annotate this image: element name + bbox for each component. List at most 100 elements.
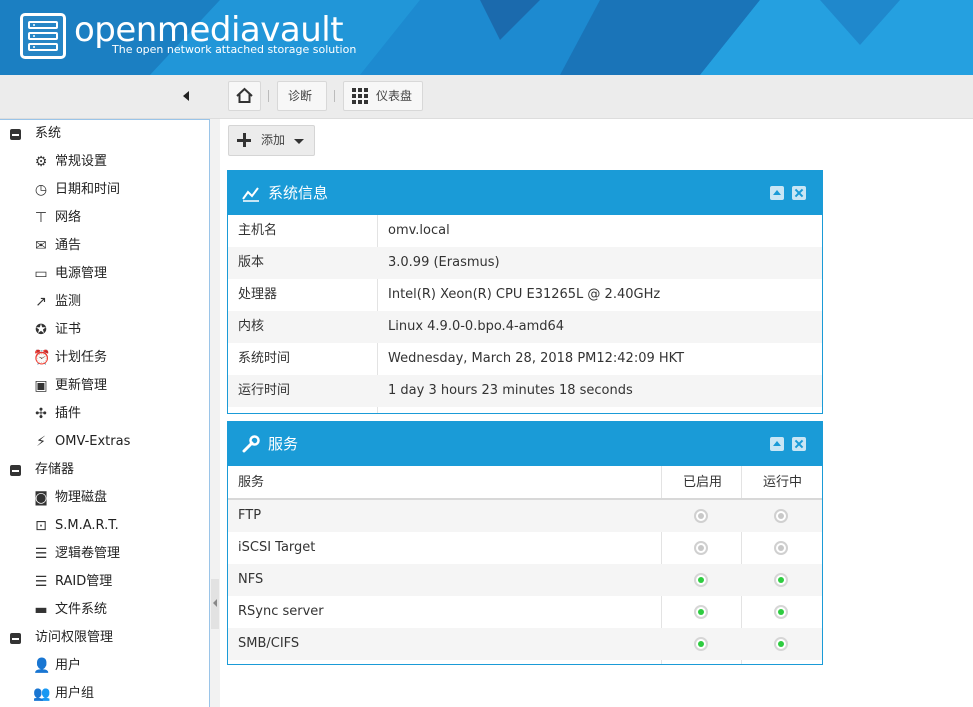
info-value: Intel(R) Xeon(R) CPU E31265L @ 2.40GHz [388, 287, 661, 302]
sidebar-item-date-time[interactable]: ◷ 日期和时间 [0, 176, 209, 204]
sidebar-item-groups[interactable]: 👥 用户组 [0, 680, 209, 707]
update-icon: ▣ [34, 378, 48, 394]
breadcrumb-home[interactable] [228, 81, 261, 111]
services-table-header: 服务 已启用 运行中 [228, 466, 822, 500]
table-row: NFS [228, 564, 822, 596]
sidebar-item-label: 插件 [55, 406, 82, 421]
plus-icon [237, 133, 251, 147]
sidebar-item-smart[interactable]: ⊡ S.M.A.R.T. [0, 512, 209, 540]
add-button[interactable]: 添加 [228, 125, 315, 156]
collapse-minus-icon[interactable] [10, 465, 21, 476]
sidebar-item-power[interactable]: ▭ 电源管理 [0, 260, 209, 288]
status-running-icon [774, 509, 788, 523]
nav-group-storage[interactable]: 存储器 [0, 456, 209, 484]
table-row: iSCSI Target [228, 532, 822, 564]
sidebar-item-physical-disks[interactable]: ◙ 物理磁盘 [0, 484, 209, 512]
column-header-running[interactable]: 运行中 [763, 466, 802, 500]
info-value: Linux 4.9.0-0.bpo.4-amd64 [388, 319, 565, 334]
splitter-handle[interactable] [211, 579, 219, 629]
info-key: 处理器 [238, 287, 278, 302]
table-row: SMB/CIFS [228, 628, 822, 660]
sidebar-item-scheduled-jobs[interactable]: ⏰ 计划任务 [0, 344, 209, 372]
collapse-minus-icon[interactable] [10, 129, 21, 140]
table-row: 运行时间 1 day 3 hours 23 minutes 18 seconds [228, 375, 822, 407]
sidebar-item-filesystems[interactable]: ▬ 文件系统 [0, 596, 209, 624]
info-value: 1 day 3 hours 23 minutes 18 seconds [388, 383, 633, 398]
brand-tagline: The open network attached storage soluti… [112, 43, 357, 56]
sidebar-item-notification[interactable]: ✉ 通告 [0, 232, 209, 260]
sidebar-item-label: 监测 [55, 294, 82, 309]
chevron-down-icon [294, 139, 304, 144]
sidebar-toolbar [0, 75, 220, 119]
envelope-icon: ✉ [35, 238, 47, 254]
nav-group-system[interactable]: 系统 [0, 120, 209, 148]
grid-icon [352, 88, 368, 104]
table-row: 版本 3.0.99 (Erasmus) [228, 247, 822, 279]
table-row: 内核 Linux 4.9.0-0.bpo.4-amd64 [228, 311, 822, 343]
raid-icon: ☰ [34, 574, 48, 590]
status-enabled-icon [694, 605, 708, 619]
user-icon: 👤 [33, 658, 51, 674]
sidebar-item-label: 更新管理 [55, 378, 108, 393]
sidebar-item-omv-extras[interactable]: ⚡ OMV-Extras [0, 428, 209, 456]
sidebar-item-certificates[interactable]: ✪ 证书 [0, 316, 209, 344]
status-enabled-icon [694, 541, 708, 555]
sidebar-nav: 系统 ⚙ 常规设置 ◷ 日期和时间 ⊤ 网络 ✉ 通告 ▭ 电源管理 ↗ 监测 ✪ 证书 ⏰ 计… [0, 119, 210, 707]
sidebar-item-update-management[interactable]: ▣ 更新管理 [0, 372, 209, 400]
add-button-label: 添加 [261, 133, 286, 147]
close-icon[interactable] [792, 186, 806, 200]
service-name: RSync server [238, 604, 324, 619]
sidebar-item-users[interactable]: 👤 用户 [0, 652, 209, 680]
certificate-icon: ✪ [35, 322, 47, 338]
close-icon[interactable] [792, 437, 806, 451]
collapse-panel-icon[interactable] [770, 186, 784, 200]
collapse-minus-icon[interactable] [10, 633, 21, 644]
sidebar-item-label: 用户组 [55, 686, 95, 701]
info-key: 运行时间 [238, 383, 291, 398]
breadcrumb-dashboard[interactable]: 仪表盘 [343, 81, 423, 111]
hdd-icon: ◙ [34, 490, 48, 506]
collapse-panel-icon[interactable] [770, 437, 784, 451]
nav-group-label: 访问权限管理 [35, 630, 114, 645]
sidebar-item-raid[interactable]: ☰ RAID管理 [0, 568, 209, 596]
status-running-icon [774, 605, 788, 619]
info-value: 3.0.99 (Erasmus) [388, 255, 500, 270]
info-key: 系统时间 [238, 351, 291, 366]
sidebar-item-label: 物理磁盘 [55, 490, 108, 505]
column-header-enabled[interactable]: 已启用 [683, 466, 722, 500]
sidebar-item-monitoring[interactable]: ↗ 监测 [0, 288, 209, 316]
table-row: 处理器 Intel(R) Xeon(R) CPU E31265L @ 2.40GH… [228, 279, 822, 311]
app-header: openmediavault The open network attached… [0, 0, 973, 75]
info-value: omv.local [388, 223, 450, 238]
table-row: 主机名 omv.local [228, 215, 822, 247]
puzzle-icon: ✣ [35, 406, 47, 422]
info-key: 版本 [238, 255, 265, 270]
database-icon: ☰ [34, 546, 48, 562]
sidebar-item-lvm[interactable]: ☰ 逻辑卷管理 [0, 540, 209, 568]
sidebar-splitter[interactable] [210, 119, 220, 707]
line-chart-icon [242, 187, 259, 202]
sidebar-item-network[interactable]: ⊤ 网络 [0, 204, 209, 232]
sidebar-item-label: 常规设置 [55, 154, 108, 169]
collapse-sidebar-icon[interactable] [183, 91, 189, 101]
service-name: NFS [238, 572, 264, 587]
folder-icon: ▬ [34, 602, 48, 618]
column-header-service[interactable]: 服务 [238, 466, 264, 500]
breadcrumb-diagnostics[interactable]: 诊断 [277, 81, 327, 111]
status-enabled-icon [694, 637, 708, 651]
table-row: 系统时间 Wednesday, March 28, 2018 PM12:42:09… [228, 343, 822, 375]
line-chart-icon: ↗ [35, 294, 47, 310]
sidebar-item-general-settings[interactable]: ⚙ 常规设置 [0, 148, 209, 176]
sidebar-item-plugins[interactable]: ✣ 插件 [0, 400, 209, 428]
nav-group-access-rights[interactable]: 访问权限管理 [0, 624, 209, 652]
service-name: iSCSI Target [238, 540, 316, 555]
status-running-icon [774, 637, 788, 651]
status-enabled-icon [694, 509, 708, 523]
sidebar-item-label: 网络 [55, 210, 82, 225]
sidebar-item-label: 证书 [55, 322, 82, 337]
sidebar-item-label: S.M.A.R.T. [55, 518, 119, 533]
info-key: 主机名 [238, 223, 278, 238]
services-header: 服务 [228, 422, 822, 466]
status-running-icon [774, 573, 788, 587]
status-enabled-icon [694, 573, 708, 587]
